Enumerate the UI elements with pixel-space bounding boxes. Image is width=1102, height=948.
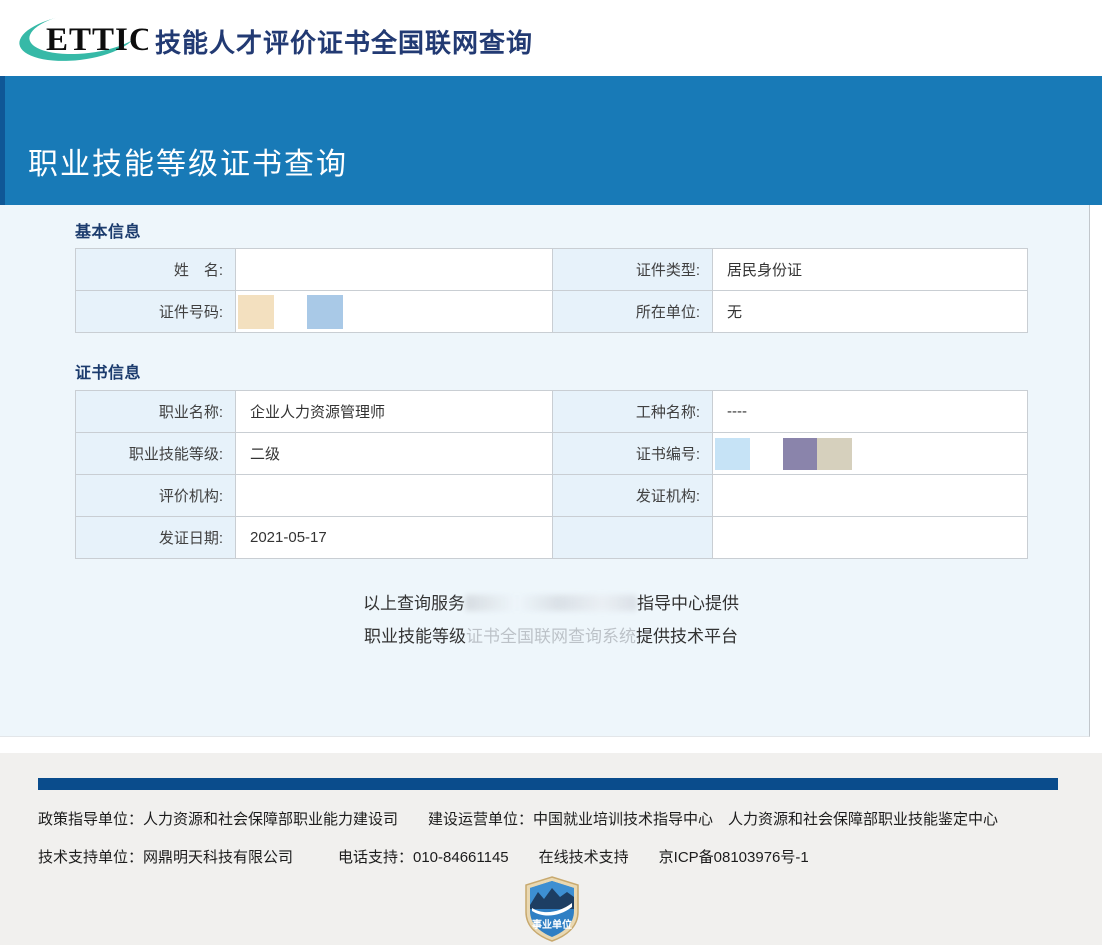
table-row: 评价机构: 发证机构: xyxy=(76,475,1028,517)
cert-number-value xyxy=(713,433,1028,475)
name-value xyxy=(236,249,553,291)
issuing-org-value xyxy=(713,475,1028,517)
cert-number-label: 证书编号: xyxy=(553,433,713,475)
occupation-label: 职业名称: xyxy=(76,391,236,433)
page-banner: 职业技能等级证书查询 xyxy=(0,76,1102,205)
id-number-value xyxy=(236,291,553,333)
redaction-block xyxy=(715,438,750,470)
employer-value: 无 xyxy=(713,291,1028,333)
id-number-label: 证件号码: xyxy=(76,291,236,333)
redaction-block xyxy=(783,438,817,470)
redaction-block xyxy=(817,438,852,470)
empty-value-cell xyxy=(713,517,1028,559)
ettic-swoosh-icon: ETTIC xyxy=(16,10,148,64)
evaluation-org-value xyxy=(236,475,553,517)
occupation-value: 企业人力资源管理师 xyxy=(236,391,553,433)
page-title: 职业技能等级证书查询 xyxy=(28,139,348,183)
work-type-value: ---- xyxy=(713,391,1028,433)
cert-info-heading: 证书信息 xyxy=(75,359,141,383)
table-row: 职业技能等级: 二级 证书编号: xyxy=(76,433,1028,475)
name-label: 姓 名: xyxy=(76,249,236,291)
page-footer: 政策指导单位：人力资源和社会保障部职业能力建设司 建设运营单位：中国就业培训技术… xyxy=(0,753,1102,945)
site-title: 技能人才评价证书全国联网查询 xyxy=(155,23,533,60)
service-note-line1: 以上查询服务 指导中心提供 xyxy=(75,587,1027,620)
public-institution-badge[interactable]: 事业单位 xyxy=(521,875,583,948)
badge-label: 事业单位 xyxy=(532,918,572,931)
ettic-logo: ETTIC xyxy=(16,10,148,69)
basic-info-heading: 基本信息 xyxy=(75,218,141,242)
employer-label: 所在单位: xyxy=(553,291,713,333)
footer-divider-bar xyxy=(38,778,1058,790)
work-type-label: 工种名称: xyxy=(553,391,713,433)
page-header: ETTIC 技能人才评价证书全国联网查询 xyxy=(0,0,1102,76)
basic-info-table: 姓 名: 证件类型: 居民身份证 证件号码: 所在单位: 无 xyxy=(75,248,1028,333)
footer-support-line: 技术支持单位：网鼎明天科技有限公司 电话支持：010-84661145 在线技术… xyxy=(38,846,809,867)
table-row: 发证日期: 2021-05-17 xyxy=(76,517,1028,559)
service-notes: 以上查询服务 指导中心提供 职业技能等级证书全国联网查询系统提供技术平台 xyxy=(75,587,1027,653)
footer-org-line: 政策指导单位：人力资源和社会保障部职业能力建设司 建设运营单位：中国就业培训技术… xyxy=(38,808,998,829)
id-type-label: 证件类型: xyxy=(553,249,713,291)
query-result-card: 基本信息 姓 名: 证件类型: 居民身份证 证件号码: 所在单位: 无 证书信息… xyxy=(0,205,1090,737)
id-type-value: 居民身份证 xyxy=(713,249,1028,291)
issuing-org-label: 发证机构: xyxy=(553,475,713,517)
issue-date-label: 发证日期: xyxy=(76,517,236,559)
empty-label-cell xyxy=(553,517,713,559)
table-row: 职业名称: 企业人力资源管理师 工种名称: ---- xyxy=(76,391,1028,433)
note2-prefix: 职业技能等级 xyxy=(364,627,466,646)
service-note-line2: 职业技能等级证书全国联网查询系统提供技术平台 xyxy=(75,620,1027,653)
cert-info-table: 职业名称: 企业人力资源管理师 工种名称: ---- 职业技能等级: 二级 证书… xyxy=(75,390,1028,559)
note1-prefix: 以上查询服务 xyxy=(363,594,465,613)
redaction-block xyxy=(238,295,274,329)
note2-suffix: 提供技术平台 xyxy=(636,627,738,646)
logo-text: ETTIC xyxy=(46,22,148,58)
skill-level-label: 职业技能等级: xyxy=(76,433,236,475)
note2-faded: 证书全国联网查询系统 xyxy=(466,627,636,646)
table-row: 姓 名: 证件类型: 居民身份证 xyxy=(76,249,1028,291)
table-row: 证件号码: 所在单位: 无 xyxy=(76,291,1028,333)
skill-level-value: 二级 xyxy=(236,433,553,475)
redaction-block xyxy=(307,295,343,329)
issue-date-value: 2021-05-17 xyxy=(236,517,553,559)
redaction-blur xyxy=(465,595,637,611)
note1-suffix: 指导中心提供 xyxy=(637,594,739,613)
evaluation-org-label: 评价机构: xyxy=(76,475,236,517)
